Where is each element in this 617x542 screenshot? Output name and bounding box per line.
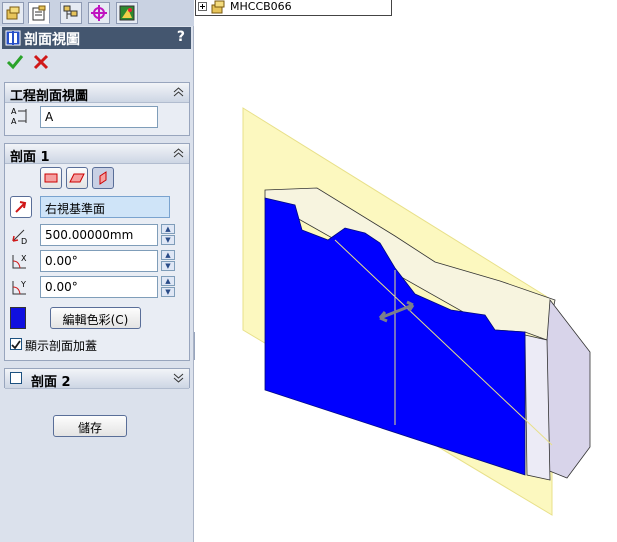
section-label-input[interactable]: A: [40, 106, 158, 128]
section-2-group: 剖面 2: [4, 368, 190, 390]
group-header[interactable]: 工程剖面視圖: [5, 83, 189, 104]
configuration-icon: [63, 5, 78, 19]
save-button[interactable]: 儲存: [53, 415, 127, 437]
distance-spinner[interactable]: ▲ ▼: [161, 224, 175, 246]
section-view-icon: [5, 30, 21, 46]
group-label: 剖面 2: [31, 375, 71, 390]
rotation-x-input[interactable]: 0.00°: [40, 250, 158, 272]
svg-text:A: A: [11, 107, 17, 116]
display-manager-tab[interactable]: [116, 2, 138, 24]
offset-distance-input[interactable]: 500.00000mm: [40, 224, 158, 246]
section-view-label-group: 工程剖面視圖 AA A: [4, 82, 190, 136]
group-header[interactable]: 剖面 2: [5, 369, 189, 390]
svg-text:Y: Y: [20, 280, 26, 289]
label-arrows-icon: AA: [11, 107, 27, 126]
reverse-arrow-icon: [15, 201, 27, 213]
model-section-view: [242, 107, 591, 516]
panel-title: 剖面視圖: [24, 32, 80, 48]
configuration-manager-tab[interactable]: [60, 2, 82, 24]
show-cap-checkbox[interactable]: [10, 338, 22, 350]
right-plane-icon: [99, 171, 107, 185]
property-manager-panel: 剖面視圖 ? 工程剖面視圖 AA A 剖面 1 右視基準面 D 500.0000…: [0, 0, 194, 542]
section-plane-input[interactable]: 右視基準面: [40, 196, 170, 218]
group-header[interactable]: 剖面 1: [5, 144, 189, 165]
section-color-swatch: [10, 307, 26, 329]
collapse-chevron-icon[interactable]: [172, 146, 185, 159]
section-1-group: 剖面 1 右視基準面 D 500.00000mm ▲ ▼ X 0.00° ▲ ▼ Y…: [4, 143, 190, 361]
feature-tree-icon: [6, 6, 20, 20]
svg-text:X: X: [21, 254, 27, 263]
part-end-face: [546, 298, 591, 479]
rotation-y-spinner[interactable]: ▲ ▼: [161, 276, 175, 298]
collapse-chevron-icon[interactable]: [172, 85, 185, 98]
graphics-viewport[interactable]: MHCCB066: [195, 0, 617, 542]
display-icon: [119, 5, 135, 21]
edit-color-button[interactable]: 編輯色彩(C): [50, 307, 141, 329]
feature-manager-tab[interactable]: [2, 2, 24, 24]
crosshair-icon: [91, 5, 107, 21]
checkmark-icon: [11, 340, 21, 350]
help-button[interactable]: ?: [177, 29, 185, 45]
reverse-direction-button[interactable]: [10, 196, 32, 218]
rotation-x-spinner[interactable]: ▲ ▼: [161, 250, 175, 272]
expand-chevron-icon[interactable]: [172, 371, 185, 384]
svg-text:A: A: [11, 117, 17, 126]
plane-top-button[interactable]: [66, 167, 88, 189]
rotate-x-icon: X: [12, 254, 27, 269]
panel-tab-bar: [0, 0, 194, 26]
section-2-checkbox[interactable]: [10, 372, 22, 384]
rotation-y-input[interactable]: 0.00°: [40, 276, 158, 298]
plane-front-button[interactable]: [40, 167, 62, 189]
property-manager-tab[interactable]: [28, 2, 50, 24]
front-plane-icon: [44, 173, 58, 183]
svg-text:D: D: [21, 237, 27, 246]
group-label: 剖面 1: [10, 150, 50, 165]
plane-right-button[interactable]: [92, 167, 114, 189]
panel-title-bar: 剖面視圖 ?: [2, 27, 191, 49]
distance-icon: D: [12, 229, 27, 246]
show-cap-label: 顯示剖面加蓋: [25, 339, 98, 353]
part-side-face: [524, 334, 551, 481]
cancel-x-icon[interactable]: [32, 53, 50, 71]
property-sheet-icon: [32, 5, 46, 21]
top-plane-icon: [69, 173, 85, 183]
rotate-y-icon: Y: [12, 280, 26, 295]
dimxpert-tab[interactable]: [88, 2, 110, 24]
group-label: 工程剖面視圖: [10, 89, 89, 104]
ok-check-icon[interactable]: [6, 53, 24, 71]
